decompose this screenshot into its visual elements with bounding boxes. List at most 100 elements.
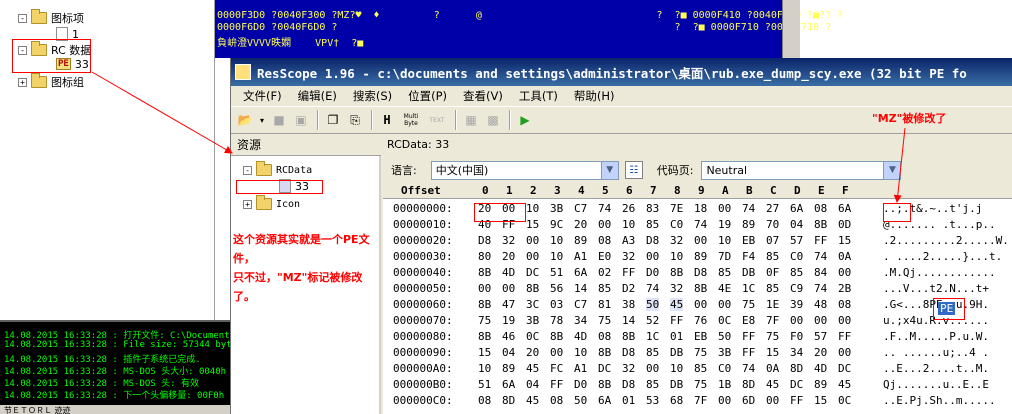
hex-byte[interactable]: C9: [790, 282, 803, 295]
hex-ascii[interactable]: .2.........2.....W..: [883, 234, 1011, 247]
hex-byte[interactable]: 10: [550, 250, 563, 263]
hex-byte[interactable]: 19: [718, 218, 731, 231]
hex-byte[interactable]: 32: [622, 362, 635, 375]
hex-byte[interactable]: 00: [502, 282, 515, 295]
hex-byte[interactable]: 08: [814, 202, 827, 215]
hex-byte[interactable]: 04: [526, 378, 539, 391]
hex-byte[interactable]: 8B: [526, 282, 539, 295]
hex-byte[interactable]: 19: [502, 314, 515, 327]
hex-ascii[interactable]: .M.Qj............: [883, 266, 1011, 279]
hex-byte[interactable]: 0F: [766, 266, 779, 279]
hex-byte[interactable]: 74: [742, 202, 755, 215]
hex-byte[interactable]: FF: [550, 378, 563, 391]
hex-byte[interactable]: 4D: [574, 330, 587, 343]
menu-file[interactable]: 文件(F): [235, 88, 290, 104]
hex-byte[interactable]: DC: [526, 266, 539, 279]
hex-byte[interactable]: C7: [574, 298, 587, 311]
hex-byte[interactable]: D8: [646, 234, 659, 247]
menu-tools[interactable]: 工具(T): [511, 88, 566, 104]
hex-byte[interactable]: 02: [598, 266, 611, 279]
hex-ascii[interactable]: .. ......u;..4 .: [883, 346, 1011, 359]
hex-byte[interactable]: FF: [742, 330, 755, 343]
hex-byte[interactable]: 20: [574, 218, 587, 231]
hex-byte[interactable]: 00: [718, 394, 731, 407]
hex-byte[interactable]: 10: [574, 346, 587, 359]
hex-byte[interactable]: 75: [694, 346, 707, 359]
hex-byte[interactable]: 8B: [550, 330, 563, 343]
hex-byte[interactable]: C0: [790, 250, 803, 263]
dropdown-arrow-icon[interactable]: ▾: [257, 110, 267, 130]
bg-tree-item-icons[interactable]: - 图标项: [18, 9, 84, 26]
hex-byte[interactable]: DB: [742, 266, 755, 279]
hex-byte[interactable]: 27: [766, 202, 779, 215]
hex-byte[interactable]: 3B: [718, 346, 731, 359]
hex-byte[interactable]: 8B: [598, 378, 611, 391]
expand-icon[interactable]: +: [18, 77, 27, 87]
hex-byte[interactable]: 6A: [574, 266, 587, 279]
hex-ascii[interactable]: ...V...t2.N...t+: [883, 282, 1011, 295]
save-as-icon[interactable]: ▣: [291, 110, 311, 130]
hex-byte[interactable]: 8B: [622, 330, 635, 343]
hex-byte[interactable]: 04: [790, 218, 803, 231]
hex-byte[interactable]: 76: [694, 314, 707, 327]
hex-byte[interactable]: 45: [670, 298, 684, 311]
hex-byte[interactable]: 00: [526, 234, 539, 247]
hex-byte[interactable]: 50: [574, 394, 587, 407]
hex-byte[interactable]: EB: [694, 330, 707, 343]
hex-byte[interactable]: 01: [670, 330, 683, 343]
hex-byte[interactable]: 08: [478, 394, 491, 407]
hex-byte[interactable]: 84: [814, 266, 827, 279]
hex-byte[interactable]: D8: [478, 234, 491, 247]
hex-byte[interactable]: 45: [526, 362, 539, 375]
hex-byte[interactable]: 75: [766, 330, 779, 343]
hex-byte[interactable]: 78: [550, 314, 563, 327]
hex-byte[interactable]: 51: [550, 266, 563, 279]
save-icon[interactable]: ■: [269, 110, 289, 130]
hex-byte[interactable]: 00: [550, 346, 563, 359]
hex-byte[interactable]: FF: [742, 346, 755, 359]
hex-byte[interactable]: 07: [766, 234, 779, 247]
hex-row[interactable]: 000000C0: 08 8D 45 08 50 6A 01 53 68 7F 00 6D 00 FF 15 0…: [383, 394, 1012, 410]
hex-row[interactable]: 00000080: 8B 46 0C 8B 4D 08 8B 1C 01 EB 50 FF 75 F0 57 F…: [383, 330, 1012, 346]
hex-byte[interactable]: 0C: [526, 330, 539, 343]
menu-edit[interactable]: 编辑(E): [290, 88, 345, 104]
hex-byte[interactable]: 1B: [718, 378, 731, 391]
hex-byte[interactable]: 08: [598, 234, 611, 247]
hex-byte[interactable]: EB: [742, 234, 755, 247]
hex-byte[interactable]: 0A: [766, 362, 779, 375]
hex-byte[interactable]: 85: [694, 362, 707, 375]
hex-byte[interactable]: 7F: [694, 394, 707, 407]
hex-byte[interactable]: 6A: [598, 394, 611, 407]
hex-byte[interactable]: 85: [646, 218, 659, 231]
hex-byte[interactable]: 74: [742, 362, 755, 375]
hex-ascii[interactable]: .F..M.....P.u.W.: [883, 330, 1011, 343]
hex-byte[interactable]: 0C: [838, 394, 851, 407]
hex-byte[interactable]: 0D: [838, 218, 851, 231]
hex-ascii[interactable]: ..E...2....t..M.: [883, 362, 1011, 375]
hex-byte[interactable]: 32: [502, 234, 515, 247]
hex-byte[interactable]: 8D: [790, 362, 803, 375]
hex-byte[interactable]: 00: [838, 266, 851, 279]
hex-byte[interactable]: 68: [670, 394, 683, 407]
hex-byte[interactable]: 34: [574, 314, 587, 327]
hex-byte[interactable]: 50: [718, 330, 731, 343]
hex-byte[interactable]: 18: [694, 202, 707, 215]
hex-byte[interactable]: DC: [790, 378, 803, 391]
hex-byte[interactable]: DC: [838, 362, 851, 375]
hex-byte[interactable]: 00: [694, 298, 707, 311]
hex-byte[interactable]: 85: [598, 282, 611, 295]
hex-byte[interactable]: 14: [622, 314, 635, 327]
hex-byte[interactable]: 00: [526, 250, 539, 263]
hex-byte[interactable]: 10: [718, 234, 731, 247]
hex-byte[interactable]: 85: [718, 266, 731, 279]
codepage-select[interactable]: Neutral ▼: [701, 160, 902, 180]
collapse-icon[interactable]: -: [243, 165, 252, 175]
hex-byte[interactable]: 8B: [694, 282, 707, 295]
hex-byte[interactable]: C0: [670, 218, 683, 231]
hex-byte[interactable]: 15: [526, 218, 539, 231]
hex-byte[interactable]: D0: [574, 378, 587, 391]
menu-position[interactable]: 位置(P): [400, 88, 455, 104]
open-folder-icon[interactable]: 📂: [235, 110, 255, 130]
hex-byte[interactable]: 03: [550, 298, 563, 311]
hex-row[interactable]: 00000060: 8B 47 3C 03 C7 81 38 50 45 00 00 75 1E 39 48 0…: [383, 298, 1012, 314]
